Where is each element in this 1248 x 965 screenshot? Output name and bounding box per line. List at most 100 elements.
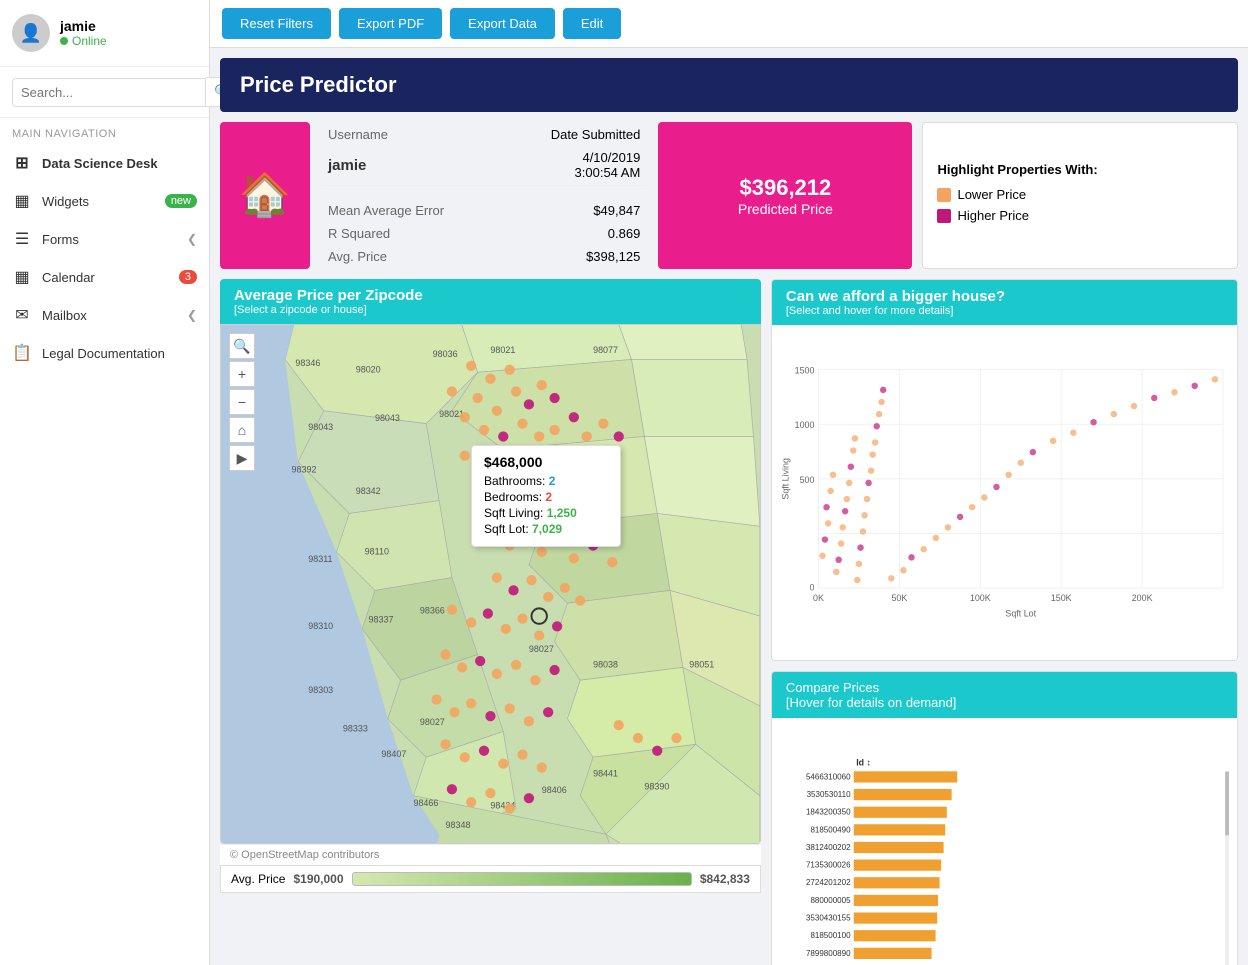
chevron-icon: ❮ (187, 232, 197, 246)
widgets-badge: new (165, 194, 197, 208)
svg-text:98342: 98342 (356, 486, 381, 496)
map-zoom-in-button[interactable]: + (229, 361, 255, 387)
predicted-price-card: $396,212 Predicted Price (658, 122, 912, 269)
svg-text:200K: 200K (1132, 593, 1153, 603)
info-row: 🏠 Username Date Submitted jamie 4/10/201… (220, 122, 1238, 269)
main-content: Reset Filters Export PDF Export Data Edi… (210, 0, 1248, 965)
svg-text:818500490: 818500490 (810, 825, 851, 834)
reset-filters-button[interactable]: Reset Filters (222, 8, 331, 39)
chevron-icon: ❮ (187, 308, 197, 322)
username-label: Username (322, 124, 502, 145)
avg-price-label: Avg. Price (231, 872, 285, 886)
bar-chart-subtitle: [Hover for details on demand] (786, 695, 1223, 710)
price-min: $190,000 (293, 872, 343, 886)
nav-label: MAIN NAVIGATION (0, 118, 209, 144)
grid-icon: ⊞ (12, 153, 32, 173)
svg-text:98043: 98043 (308, 422, 333, 432)
user-avatar-big: 🏠 (220, 122, 310, 269)
r-squared-label: R Squared (322, 223, 502, 244)
sidebar-item-label: Forms (42, 232, 79, 247)
search-input[interactable] (12, 78, 206, 107)
map-price-bar: Avg. Price $190,000 $842,833 (220, 865, 761, 893)
bar-chart-body: Id ↕ 5466310060 3530530110 (772, 718, 1237, 965)
svg-text:98027: 98027 (529, 644, 554, 654)
tooltip-price: $468,000 (484, 454, 608, 470)
predicted-price-label: Predicted Price (678, 201, 892, 217)
price-max: $842,833 (700, 872, 750, 886)
svg-text:1000: 1000 (795, 420, 815, 430)
tooltip-bedrooms: Bedrooms: 2 (484, 490, 608, 504)
date-label: Date Submitted (504, 124, 647, 145)
svg-text:98303: 98303 (308, 685, 333, 695)
predicted-price: $396,212 (678, 175, 892, 201)
map-svg: 98032 98012 98296 98034 98346 98020 9803… (221, 325, 760, 843)
export-pdf-button[interactable]: Export PDF (339, 8, 442, 39)
sidebar-item-widgets[interactable]: ▦ Widgets new (0, 182, 209, 220)
svg-text:98366: 98366 (420, 606, 445, 616)
map-zoom-out-button[interactable]: − (229, 389, 255, 415)
svg-text:0: 0 (809, 583, 814, 593)
forms-icon: ☰ (12, 229, 32, 249)
status-label: Online (72, 34, 107, 48)
sidebar: 👤 jamie Online 🔍 MAIN NAVIGATION ⊞ Data … (0, 0, 210, 965)
scatter-svg: 1500 1000 500 0 0K 50K 100K 150K 200K Sq… (778, 331, 1231, 651)
sidebar-item-mailbox[interactable]: ✉ Mailbox ❮ (0, 296, 209, 334)
svg-text:100K: 100K (970, 593, 991, 603)
higher-price-label: Higher Price (957, 208, 1029, 223)
tooltip-bathrooms: Bathrooms: 2 (484, 474, 608, 488)
scatter-chart-body: 1500 1000 500 0 0K 50K 100K 150K 200K Sq… (772, 325, 1237, 660)
svg-text:1843200350: 1843200350 (806, 808, 851, 817)
sidebar-item-label: Widgets (42, 194, 89, 209)
legal-icon: 📋 (12, 343, 32, 363)
svg-text:7899800890: 7899800890 (806, 949, 851, 958)
map-arrow-button[interactable]: ▶ (229, 445, 255, 471)
scatter-chart-subtitle: [Select and hover for more details] (786, 305, 1223, 317)
svg-text:98036: 98036 (433, 349, 458, 359)
map-search-button[interactable]: 🔍 (229, 333, 255, 359)
svg-text:98392: 98392 (292, 464, 317, 474)
svg-text:98311: 98311 (308, 554, 332, 564)
price-bar-track (352, 872, 692, 886)
sidebar-item-label: Mailbox (42, 308, 87, 323)
svg-text:500: 500 (799, 475, 814, 485)
svg-text:98441: 98441 (593, 768, 618, 778)
widgets-icon: ▦ (12, 191, 32, 211)
svg-text:Id ↕: Id ↕ (856, 758, 871, 768)
svg-text:3530530110: 3530530110 (806, 790, 851, 799)
mailbox-icon: ✉ (12, 305, 32, 325)
svg-text:98020: 98020 (356, 364, 381, 374)
svg-text:1500: 1500 (795, 366, 815, 376)
sidebar-item-legal[interactable]: 📋 Legal Documentation (0, 334, 209, 372)
scatter-chart-section: Can we afford a bigger house? [Select an… (771, 279, 1238, 661)
bottom-row: Average Price per Zipcode [Select a zipc… (220, 279, 1238, 965)
username: jamie (60, 18, 107, 34)
username-value: jamie (322, 147, 502, 183)
export-data-button[interactable]: Export Data (450, 8, 555, 39)
svg-text:98038: 98038 (593, 659, 618, 669)
svg-text:3812400202: 3812400202 (806, 843, 851, 852)
svg-text:3530430155: 3530430155 (806, 913, 851, 922)
r-squared-value: 0.869 (504, 223, 647, 244)
toolbar: Reset Filters Export PDF Export Data Edi… (210, 0, 1248, 48)
map-subtitle: [Select a zipcode or house] (234, 304, 747, 316)
search-bar: 🔍 (0, 67, 209, 118)
scatter-chart-title: Can we afford a bigger house? (786, 288, 1223, 305)
sidebar-item-data-science-desk[interactable]: ⊞ Data Science Desk (0, 144, 209, 182)
sidebar-item-label: Legal Documentation (42, 346, 165, 361)
svg-text:98110: 98110 (365, 546, 389, 556)
sidebar-item-calendar[interactable]: ▦ Calendar 3 (0, 258, 209, 296)
sidebar-item-forms[interactable]: ☰ Forms ❮ (0, 220, 209, 258)
edit-button[interactable]: Edit (563, 8, 621, 39)
mae-label: Mean Average Error (322, 200, 502, 221)
map-container[interactable]: 98032 98012 98296 98034 98346 98020 9803… (220, 324, 761, 844)
page-title: Price Predictor (240, 72, 1218, 98)
highlight-title: Highlight Properties With: (937, 162, 1223, 177)
svg-text:818500100: 818500100 (810, 931, 851, 940)
bar-svg: Id ↕ 5466310060 3530530110 (780, 722, 1229, 965)
svg-text:7135300026: 7135300026 (806, 861, 851, 870)
higher-price-swatch (937, 209, 951, 223)
dashboard: Price Predictor 🏠 Username Date Submitte… (210, 48, 1248, 965)
calendar-badge: 3 (179, 270, 197, 284)
svg-text:98337: 98337 (369, 614, 394, 624)
map-home-button[interactable]: ⌂ (229, 417, 255, 443)
